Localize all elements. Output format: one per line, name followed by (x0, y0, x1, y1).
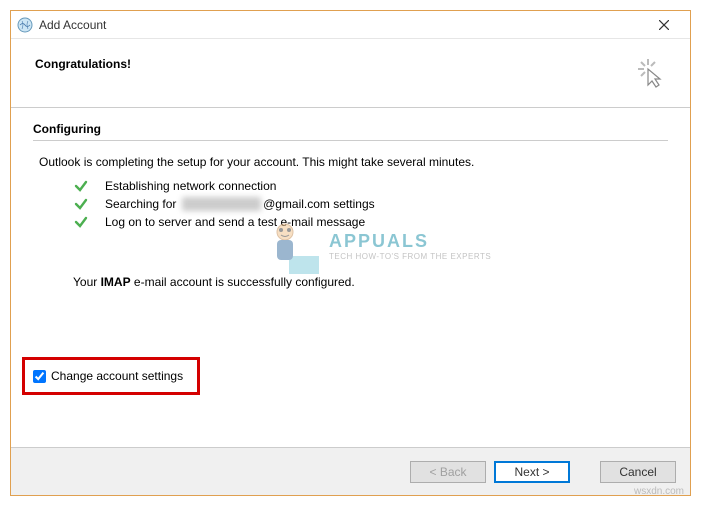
success-pre: Your (73, 275, 101, 289)
change-account-settings-input[interactable] (33, 370, 46, 383)
section-title: Configuring (33, 122, 668, 141)
highlight-annotation: Change account settings (22, 357, 200, 395)
step-label: Log on to server and send a test e-mail … (105, 215, 365, 229)
back-button: < Back (410, 461, 486, 483)
checkbox-label: Change account settings (51, 369, 183, 383)
success-post: e-mail account is successfully configure… (131, 275, 355, 289)
step-label: Establishing network connection (105, 179, 276, 193)
window-title: Add Account (39, 18, 644, 32)
step-row: Searching for xxxxxxxx xxxx@gmail.com se… (73, 197, 668, 211)
step-row: Establishing network connection (73, 179, 668, 193)
close-button[interactable] (644, 13, 684, 37)
success-protocol: IMAP (101, 275, 131, 289)
checkmark-icon (73, 215, 89, 229)
wizard-cursor-icon (636, 57, 668, 89)
step-label-pre: Searching for (105, 197, 180, 211)
cancel-button[interactable]: Cancel (600, 461, 676, 483)
change-account-settings-checkbox[interactable]: Change account settings (33, 369, 183, 383)
next-button[interactable]: Next > (494, 461, 570, 483)
button-bar: < Back Next > Cancel (11, 447, 690, 495)
watermark-brand: APPUALS (329, 231, 491, 252)
step-label: Searching for xxxxxxxx xxxx@gmail.com se… (105, 197, 375, 211)
redacted-email-user: xxxxxxxx xxxx (182, 197, 261, 211)
intro-text: Outlook is completing the setup for your… (39, 155, 668, 169)
header: Congratulations! (11, 39, 690, 107)
congrats-heading: Congratulations! (35, 57, 666, 71)
content-area: Configuring Outlook is completing the se… (11, 108, 690, 447)
checkmark-icon (73, 197, 89, 211)
checkmark-icon (73, 179, 89, 193)
titlebar: Add Account (11, 11, 690, 39)
app-icon (17, 17, 33, 33)
add-account-dialog: Add Account Congratulations! Configuring… (10, 10, 691, 496)
steps-list: Establishing network connection Searchin… (73, 179, 668, 229)
success-message: Your IMAP e-mail account is successfully… (73, 275, 668, 289)
watermark-tagline: TECH HOW-TO'S FROM THE EXPERTS (329, 252, 491, 261)
step-label-post: @gmail.com settings (263, 197, 375, 211)
step-row: Log on to server and send a test e-mail … (73, 215, 668, 229)
